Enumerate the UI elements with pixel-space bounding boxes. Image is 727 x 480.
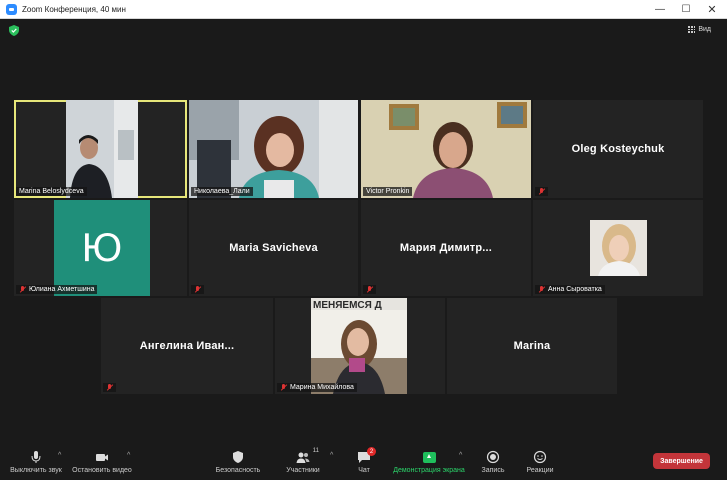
share-screen-label: Демонстрация экрана: [393, 467, 465, 474]
avatar: Ю: [54, 200, 150, 296]
participant-name: Marina Beloslydceva: [19, 188, 84, 195]
end-meeting-button[interactable]: Завершение: [653, 453, 710, 469]
video-options-caret-icon[interactable]: ^: [127, 452, 130, 459]
participants-options-caret-icon[interactable]: ^: [330, 452, 333, 459]
chat-label: Чат: [358, 467, 370, 474]
mute-button[interactable]: Выключить звук: [8, 442, 64, 478]
participant-video: [361, 100, 531, 198]
participant-name: Николаева_Лали: [194, 188, 250, 195]
share-screen-icon: [422, 450, 436, 464]
participant-name: Юлиана Ахметшина: [29, 286, 95, 293]
window-titlebar: Zoom Конференция, 40 мин — ☐ ✕: [0, 0, 727, 19]
participant-display-name: Maria Savicheva: [229, 242, 318, 254]
microphone-icon: [31, 451, 41, 463]
participant-name-tag: Анна Сыроватка: [535, 285, 605, 294]
participant-tile[interactable]: Maria Savicheva: [189, 200, 358, 296]
muted-mic-icon: [538, 188, 545, 195]
record-icon: [486, 450, 500, 464]
muted-mic-icon: [280, 384, 287, 391]
meeting-toolbar: Выключить звук ^ Остановить видео ^ Безо…: [0, 442, 727, 480]
participant-video: [66, 100, 138, 198]
minimize-button[interactable]: —: [647, 0, 673, 18]
share-screen-button[interactable]: Демонстрация экрана: [392, 442, 466, 478]
participant-video: [189, 100, 358, 198]
share-options-caret-icon[interactable]: ^: [459, 452, 462, 459]
participant-display-name: Мария Димитр...: [399, 242, 493, 254]
participants-button[interactable]: 11 Участники: [283, 442, 323, 478]
participant-tile[interactable]: Николаева_Лали: [189, 100, 358, 198]
muted-mic-icon: [19, 286, 26, 293]
close-button[interactable]: ✕: [699, 0, 725, 18]
muted-mic-icon: [106, 384, 113, 391]
participant-tile[interactable]: Мария Димитр...: [361, 200, 531, 296]
participant-thumbnail: [590, 220, 647, 276]
participant-name-tag: [103, 383, 116, 392]
reactions-button[interactable]: Реакции: [523, 442, 557, 478]
participant-name-tag: Марина Михайлова: [277, 383, 357, 392]
video-label: Остановить видео: [72, 467, 132, 474]
participant-tile[interactable]: Анна Сыроватка: [533, 200, 703, 296]
participant-name-tag: [363, 285, 376, 294]
reactions-label: Реакции: [526, 467, 554, 474]
participant-name-tag: [191, 285, 204, 294]
record-button[interactable]: Запись: [479, 442, 507, 478]
smiley-icon: [533, 450, 547, 464]
muted-mic-icon: [366, 286, 373, 293]
encryption-shield-icon[interactable]: [9, 25, 19, 36]
participant-display-name: Ангелина Иван...: [139, 340, 235, 352]
participant-name-tag: Юлиана Ахметшина: [16, 285, 98, 294]
muted-mic-icon: [194, 286, 201, 293]
maximize-button[interactable]: ☐: [673, 0, 699, 18]
participant-name-tag: [535, 187, 548, 196]
participant-tile[interactable]: МЕНЯЕМСЯ Д Марина Михайлова: [275, 298, 445, 394]
participant-tile[interactable]: Marina: [447, 298, 617, 394]
security-shield-icon: [233, 451, 243, 463]
participants-label: Участники: [286, 467, 320, 474]
participant-name-tag: Николаева_Лали: [191, 187, 253, 196]
audio-options-caret-icon[interactable]: ^: [58, 452, 61, 459]
view-button[interactable]: Вид: [688, 26, 711, 33]
participant-tile[interactable]: Marina Beloslydceva: [14, 100, 187, 198]
participant-tile[interactable]: Victor Pronkin: [361, 100, 531, 198]
participant-name-tag: Marina Beloslydceva: [16, 187, 87, 196]
participant-name: Victor Pronkin: [366, 188, 410, 195]
participant-tile[interactable]: Ю Юлиана Ахметшина: [14, 200, 187, 296]
grid-view-icon: [688, 26, 696, 33]
participant-name: Марина Михайлова: [290, 384, 354, 391]
participant-video: МЕНЯЕМСЯ Д: [311, 298, 407, 394]
participant-display-name: Marina: [513, 340, 551, 352]
security-button[interactable]: Безопасность: [214, 442, 262, 478]
security-label: Безопасность: [215, 467, 261, 474]
participant-tile[interactable]: Oleg Kosteychuk: [533, 100, 703, 198]
participant-tile[interactable]: Ангелина Иван...: [101, 298, 273, 394]
chat-icon: 2: [357, 447, 376, 464]
view-label: Вид: [698, 26, 711, 33]
participant-display-name: Oleg Kosteychuk: [571, 143, 665, 155]
zoom-app-icon: [6, 3, 17, 15]
mute-label: Выключить звук: [10, 467, 62, 474]
window-title: Zoom Конференция, 40 мин: [22, 4, 126, 14]
participant-name-tag: Victor Pronkin: [363, 187, 413, 196]
record-label: Запись: [481, 467, 505, 474]
chat-unread-badge: 2: [367, 447, 376, 456]
participant-name: Анна Сыроватка: [548, 286, 602, 293]
participants-icon: 11: [296, 448, 319, 464]
chat-button[interactable]: 2 Чат: [352, 442, 376, 478]
avatar-letter: Ю: [81, 225, 123, 270]
svg-text:МЕНЯЕМСЯ Д: МЕНЯЕМСЯ Д: [313, 300, 382, 311]
muted-mic-icon: [538, 286, 545, 293]
participants-count: 11: [312, 448, 319, 454]
video-camera-icon: [96, 454, 108, 461]
stop-video-button[interactable]: Остановить видео: [71, 442, 133, 478]
